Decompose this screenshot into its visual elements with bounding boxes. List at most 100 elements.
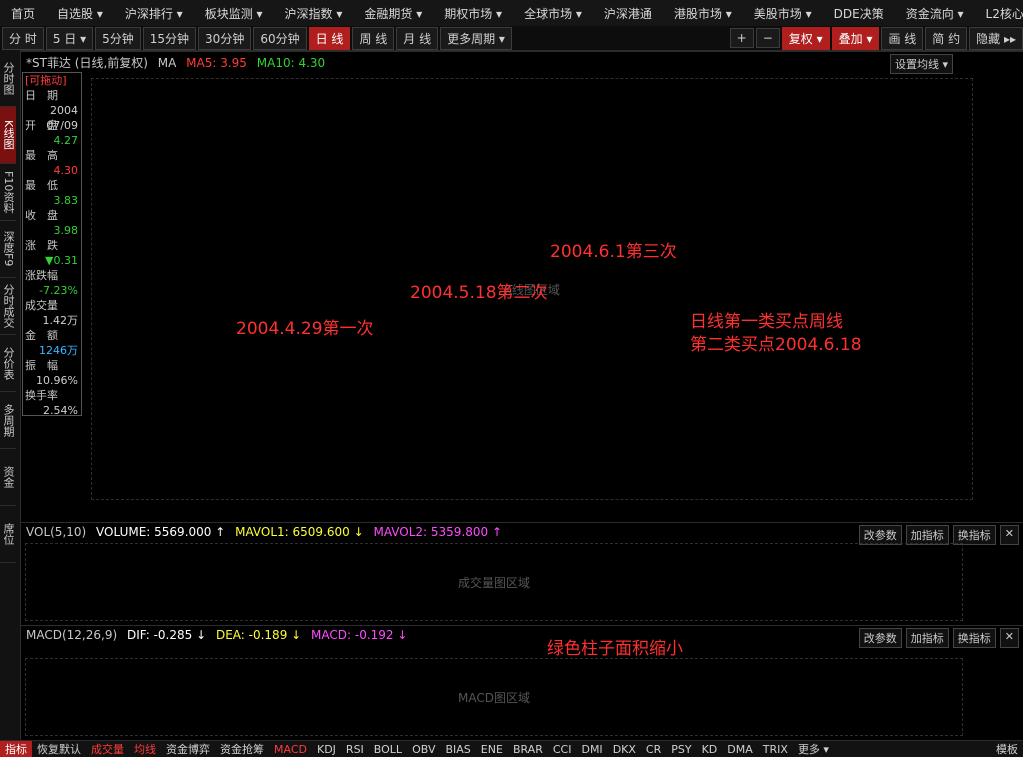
hide-button[interactable]: 隐藏 ▸▸ — [969, 26, 1023, 50]
nav-item[interactable]: 期权市场 ▾ — [433, 5, 513, 22]
macd-buttons: 改参数 加指标 换指标 ✕ — [855, 628, 1019, 648]
period-button[interactable]: 5分钟 — [95, 26, 141, 50]
volume-chart-placeholder: 成交量图区域 — [25, 543, 963, 621]
period-button[interactable]: 更多周期 ▾ — [440, 26, 512, 50]
indicator-tab[interactable]: DMI — [576, 743, 607, 756]
indicator-tab[interactable]: 成交量 — [86, 741, 129, 757]
info-label: 收 盘 — [25, 209, 58, 222]
side-tab[interactable]: 多周期 — [0, 392, 16, 449]
period-button[interactable]: 5 日 ▾ — [45, 26, 94, 50]
period-button[interactable]: 30分钟 — [198, 26, 252, 50]
nav-item[interactable]: 沪深排行 ▾ — [114, 5, 194, 22]
nav-item[interactable]: 美股市场 ▾ — [743, 5, 823, 22]
nav-item[interactable]: DDE决策 — [823, 5, 895, 22]
info-value: 2.54% — [43, 404, 78, 417]
period-button[interactable]: 分 时 — [2, 26, 44, 50]
indicator-tab[interactable]: 恢复默认 — [32, 741, 86, 757]
nav-item[interactable]: 沪深港通 — [593, 5, 663, 22]
indicator-tab[interactable]: ENE — [476, 743, 508, 756]
mavol1-value: MAVOL1: 6509.600 ↓ — [235, 525, 364, 539]
indicator-tab-active[interactable]: 指标 — [0, 741, 32, 757]
draw-line-button[interactable]: 画 线 — [881, 26, 924, 50]
side-tab[interactable]: 分时图 — [0, 50, 16, 107]
indicator-tab[interactable]: 更多 ▾ — [793, 741, 834, 757]
indicator-tab[interactable]: CR — [641, 743, 666, 756]
indicator-tab[interactable]: DKX — [608, 743, 641, 756]
indicator-tab[interactable]: OBV — [407, 743, 440, 756]
indicator-tab[interactable]: DMA — [722, 743, 758, 756]
close-icon[interactable]: ✕ — [999, 628, 1019, 648]
adjust-button[interactable]: 复权 ▾ — [781, 26, 830, 50]
indicator-tab[interactable]: 资金抢筹 — [215, 741, 269, 757]
quote-info-box[interactable]: [可拖动] 日 期 2004 07/09 开 盘 4.27 最 高 4.30 最… — [22, 72, 82, 417]
info-value: ▼0.31 — [45, 254, 78, 267]
nav-item[interactable]: L2核心内参 — [975, 5, 1023, 22]
period-button[interactable]: 60分钟 — [253, 26, 307, 50]
vol-title: VOL(5,10) — [26, 525, 87, 539]
change-param-button[interactable]: 改参数 — [858, 525, 902, 545]
overlay-button[interactable]: 叠加 ▾ — [831, 26, 880, 50]
indicator-tab[interactable]: TRIX — [758, 743, 793, 756]
indicator-tab[interactable]: KDJ — [312, 743, 341, 756]
add-indicator-button[interactable]: 加指标 — [905, 628, 949, 648]
info-label: 涨跌幅 — [25, 269, 58, 282]
indicator-tab[interactable]: PSY — [666, 743, 696, 756]
macd-title: MACD(12,26,9) — [26, 628, 118, 642]
side-tabs: 分时图 K线图 F10资料 深度F9 分时成交 分价表 多周期 资金 席位 — [0, 50, 21, 757]
indicator-tab[interactable]: BOLL — [369, 743, 407, 756]
indicator-tab-bar: 指标 恢复默认 成交量 均线 资金博弈 资金抢筹 MACD KDJ RSI BO… — [0, 740, 1023, 757]
switch-indicator-button[interactable]: 换指标 — [952, 525, 996, 545]
indicator-tab[interactable]: MACD — [269, 743, 312, 756]
period-button-active[interactable]: 日 线 — [308, 26, 351, 50]
indicator-tab[interactable]: KD — [697, 743, 723, 756]
ma-settings-button[interactable]: 设置均线 ▾ — [889, 54, 953, 74]
nav-item[interactable]: 沪深指数 ▾ — [274, 5, 354, 22]
nav-item[interactable]: 全球市场 ▾ — [513, 5, 593, 22]
nav-item[interactable]: 板块监测 ▾ — [194, 5, 274, 22]
price-legend: *ST菲达 (日线,前复权) MA MA5: 3.95 MA10: 4.30 — [26, 54, 325, 71]
indicator-tab[interactable]: 资金博弈 — [161, 741, 215, 757]
volume-value: VOLUME: 5569.000 ↑ — [96, 525, 226, 539]
simple-button[interactable]: 简 约 — [925, 26, 968, 50]
info-value: 1.42万 — [42, 314, 79, 327]
side-tab-active[interactable]: K线图 — [0, 107, 16, 164]
side-tab[interactable]: 分时成交 — [0, 278, 16, 335]
nav-item[interactable]: 资金流向 ▾ — [895, 5, 975, 22]
period-button[interactable]: 15分钟 — [142, 26, 197, 50]
side-tab[interactable]: 分价表 — [0, 335, 16, 392]
period-toolbar: 分 时 5 日 ▾ 5分钟 15分钟 30分钟 60分钟 日 线 周 线 月 线… — [0, 26, 1023, 51]
side-tab[interactable]: 资金 — [0, 449, 16, 506]
add-indicator-button[interactable]: 加指标 — [905, 525, 949, 545]
zoom-in-button[interactable]: + — [729, 28, 754, 48]
info-label: 最 低 — [25, 179, 58, 192]
drag-hint: [可拖动] — [25, 74, 67, 87]
side-tab[interactable]: 席位 — [0, 506, 16, 563]
indicator-tab[interactable]: CCI — [548, 743, 577, 756]
info-label: 涨 跌 — [25, 239, 58, 252]
ma10-value: MA10: 4.30 — [256, 56, 326, 70]
template-button[interactable]: 模板 — [991, 741, 1023, 757]
period-button[interactable]: 周 线 — [352, 26, 395, 50]
indicator-tab[interactable]: BIAS — [440, 743, 475, 756]
dea-value: DEA: -0.189 ↓ — [215, 628, 302, 642]
info-value: -7.23% — [39, 284, 78, 297]
nav-item[interactable]: 港股市场 ▾ — [663, 5, 743, 22]
side-tab[interactable]: F10资料 — [0, 164, 16, 221]
indicator-tab[interactable]: RSI — [341, 743, 369, 756]
change-param-button[interactable]: 改参数 — [858, 628, 902, 648]
switch-indicator-button[interactable]: 换指标 — [952, 628, 996, 648]
info-label: 金 额 — [25, 329, 58, 342]
side-tab[interactable]: 深度F9 — [0, 221, 16, 278]
ma-label: MA — [157, 56, 177, 70]
indicator-tab[interactable]: 均线 — [129, 741, 161, 757]
volume-panel: VOL(5,10) VOLUME: 5569.000 ↑ MAVOL1: 650… — [21, 522, 1023, 625]
macd-value: MACD: -0.192 ↓ — [311, 628, 408, 642]
info-value: 10.96% — [36, 374, 78, 387]
close-icon[interactable]: ✕ — [999, 525, 1019, 545]
indicator-tab[interactable]: BRAR — [508, 743, 548, 756]
nav-home[interactable]: 首页 — [0, 5, 46, 22]
nav-item[interactable]: 金融期货 ▾ — [353, 5, 433, 22]
period-button[interactable]: 月 线 — [396, 26, 439, 50]
zoom-out-button[interactable]: − — [755, 28, 780, 48]
nav-item[interactable]: 自选股 ▾ — [46, 5, 114, 22]
